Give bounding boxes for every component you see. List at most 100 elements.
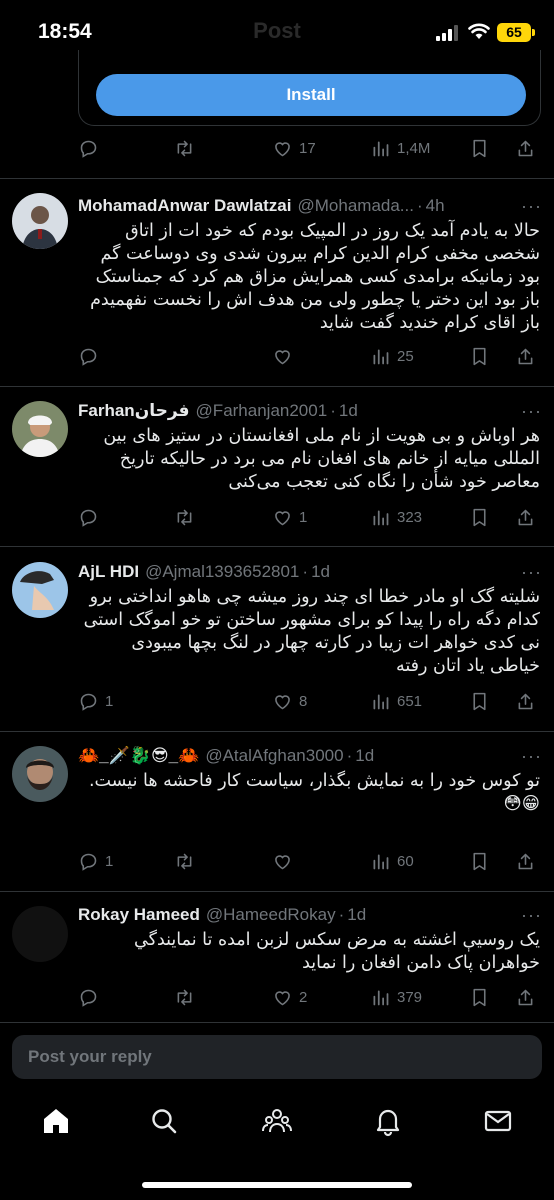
reply-button[interactable] [78, 985, 105, 1009]
share-icon [518, 509, 533, 525]
tweet-time[interactable]: 1d [355, 746, 374, 766]
reply-button[interactable]: 1 [78, 849, 113, 873]
user-handle[interactable]: @AtalAfghan3000 [205, 746, 343, 766]
home-indicator [142, 1182, 412, 1188]
bookmark-button[interactable] [469, 505, 490, 529]
share-icon [518, 989, 533, 1005]
reply-button[interactable] [78, 344, 105, 368]
view-count: 379 [397, 988, 423, 1006]
bookmark-button[interactable] [469, 344, 490, 368]
user-handle[interactable]: @Mohamada... [298, 196, 414, 216]
bookmark-icon [473, 852, 486, 870]
view-count: 1,4M [397, 139, 431, 157]
heart-icon [275, 349, 290, 364]
notifications-icon[interactable] [372, 1105, 404, 1137]
like-button[interactable]: 1 [272, 505, 307, 529]
reply-icon [80, 853, 97, 871]
repost-button[interactable] [174, 849, 195, 873]
repost-icon [177, 140, 192, 156]
install-button[interactable]: Install [96, 74, 526, 116]
bookmark-icon [473, 508, 486, 526]
messages-icon[interactable] [482, 1105, 514, 1137]
views-button[interactable]: 25 [370, 344, 414, 368]
bookmark-icon [473, 347, 486, 365]
tweet-time[interactable]: 1d [339, 401, 358, 421]
ad-action-bar: 17 1,4M [78, 136, 548, 160]
bookmark-button[interactable] [469, 136, 490, 160]
display-name[interactable]: MohamadAnwar Dawlatzai [78, 196, 292, 216]
reply-button[interactable] [78, 136, 105, 160]
battery-indicator: 65 [497, 23, 531, 42]
more-options-icon[interactable]: ··· [521, 562, 542, 583]
divider [0, 178, 554, 179]
share-button[interactable] [515, 136, 536, 160]
avatar[interactable] [12, 746, 68, 802]
reply-button[interactable] [78, 505, 105, 529]
views-button[interactable]: 323 [370, 505, 422, 529]
like-button[interactable] [272, 344, 299, 368]
reply-button[interactable]: 1 [78, 689, 113, 713]
share-button[interactable] [515, 344, 536, 368]
heart-icon [275, 510, 290, 525]
bookmark-button[interactable] [469, 849, 490, 873]
reply-count: 1 [105, 852, 114, 870]
more-options-icon[interactable]: ··· [521, 196, 542, 217]
divider [0, 1022, 554, 1023]
home-icon[interactable] [40, 1105, 72, 1137]
share-icon [518, 140, 533, 156]
share-button[interactable] [515, 689, 536, 713]
tweet-time[interactable]: 1d [347, 905, 366, 925]
views-chart-icon [373, 510, 389, 525]
like-button[interactable]: 2 [272, 985, 307, 1009]
like-count: 2 [299, 988, 308, 1006]
like-count: 1 [299, 508, 308, 526]
user-handle[interactable]: @HameedRokay [206, 905, 336, 925]
tweet-action-bar: 2 379 [78, 985, 548, 1009]
views-button[interactable]: 379 [370, 985, 422, 1009]
more-options-icon[interactable]: ··· [521, 746, 542, 767]
tweet-header: AjL HDI @Ajmal1393652801 · 1d ··· [78, 560, 542, 584]
heart-icon [275, 854, 290, 869]
tweet-time[interactable]: 1d [311, 562, 330, 582]
reply-input[interactable]: Post your reply [12, 1035, 542, 1079]
avatar[interactable] [12, 401, 68, 457]
user-handle[interactable]: @Ajmal1393652801 [145, 562, 299, 582]
avatar[interactable] [12, 562, 68, 618]
tweet-text: حالا به یادم آمد یک روز در المپیک بودم ک… [90, 221, 540, 333]
bookmark-button[interactable] [469, 689, 490, 713]
share-button[interactable] [515, 505, 536, 529]
user-handle[interactable]: @Farhanjan2001 [196, 401, 328, 421]
views-button[interactable]: 60 [370, 849, 414, 873]
more-options-icon[interactable]: ··· [521, 905, 542, 926]
avatar[interactable] [12, 193, 68, 249]
repost-button[interactable] [174, 505, 195, 529]
like-button[interactable]: 8 [272, 689, 307, 713]
like-button[interactable] [272, 849, 299, 873]
display-name[interactable]: Rokay Hameed [78, 905, 200, 925]
share-button[interactable] [515, 849, 536, 873]
battery-tip [532, 29, 535, 36]
views-button[interactable]: 1,4M [370, 136, 430, 160]
display-name[interactable]: 🦀_🗡️🐉😎_🦀 [78, 746, 199, 766]
repost-button[interactable] [174, 985, 195, 1009]
search-icon[interactable] [148, 1105, 180, 1137]
tweet-time[interactable]: 4h [426, 196, 445, 216]
bottom-nav [0, 1097, 554, 1153]
view-count: 60 [397, 852, 414, 870]
display-name[interactable]: AjL HDI [78, 562, 139, 582]
communities-icon[interactable] [261, 1105, 293, 1137]
avatar[interactable] [12, 906, 68, 962]
like-button[interactable]: 17 [272, 136, 316, 160]
tweet-text: هر اوباش و بی هویت از نام ملی افغانستان … [103, 426, 540, 492]
repost-button[interactable] [174, 136, 195, 160]
views-chart-icon [373, 349, 389, 364]
bookmark-button[interactable] [469, 985, 490, 1009]
views-button[interactable]: 651 [370, 689, 422, 713]
repost-icon [177, 989, 192, 1005]
display-name[interactable]: Farhanفرحان [78, 401, 190, 421]
tweet-text: يک روسيې اغشته به مرض سکس لزبن امده تا ن… [134, 930, 540, 973]
more-options-icon[interactable]: ··· [521, 401, 542, 422]
share-icon [518, 853, 533, 869]
repost-icon [177, 853, 192, 869]
share-button[interactable] [515, 985, 536, 1009]
